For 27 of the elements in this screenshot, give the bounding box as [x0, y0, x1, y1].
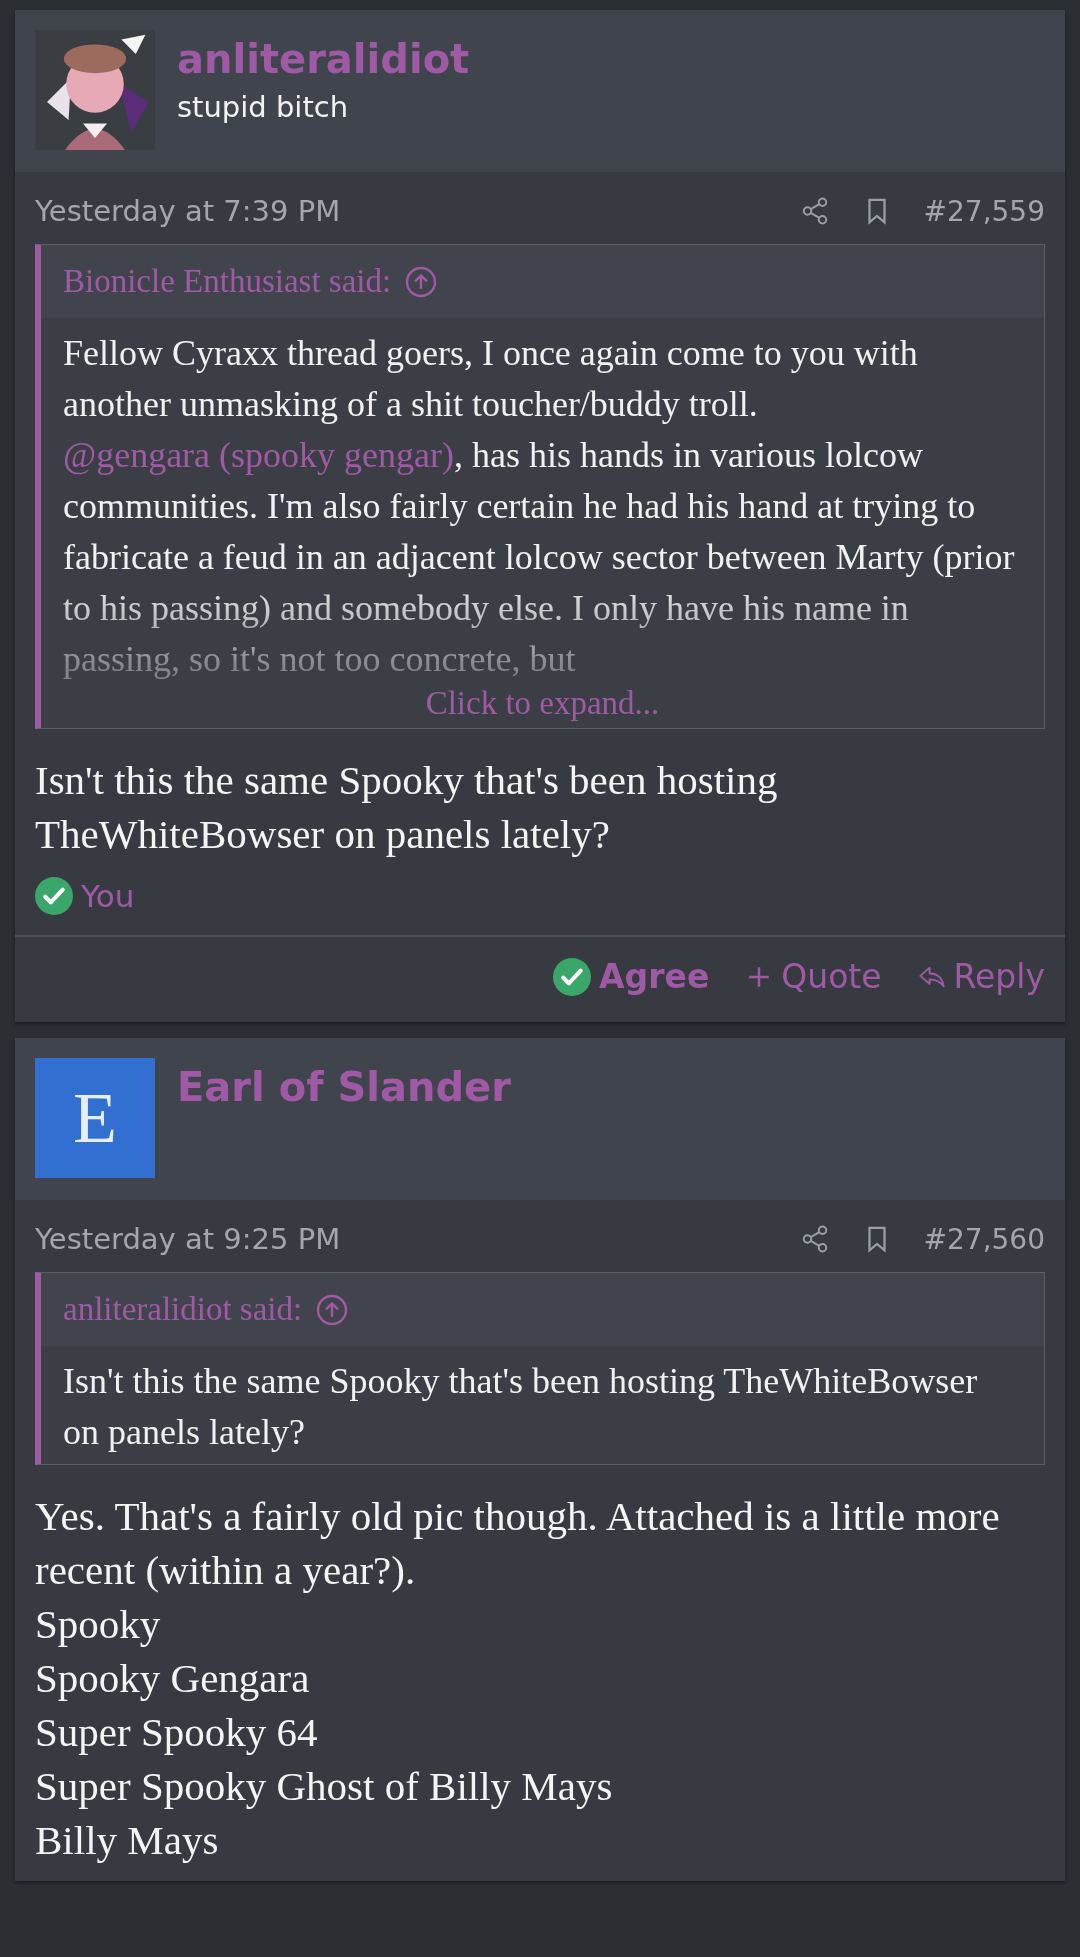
post-text: Super Spooky Ghost of Billy Mays	[35, 1762, 614, 1811]
avatar[interactable]: E	[35, 1058, 155, 1178]
post-time[interactable]: Yesterday at 9:25 PM	[35, 1222, 341, 1256]
post-text: Super Spooky 64	[35, 1708, 319, 1757]
post-text: Yes. That's a fairly old pic though. Attached is a little more recent (within a year?).	[35, 1492, 1001, 1595]
post-number[interactable]: #27,559	[923, 194, 1045, 228]
post-text: Spooky Gengara	[35, 1654, 311, 1703]
username[interactable]: anliteralidiot	[177, 36, 470, 82]
agree-button[interactable]: Agree	[553, 957, 710, 996]
post-text: Billy Mays	[35, 1816, 220, 1865]
reply-button[interactable]: Reply	[917, 957, 1045, 996]
reaction-user[interactable]: You	[81, 878, 135, 914]
mention-link[interactable]: @gengara (spooky gengar)	[63, 435, 454, 475]
post-number[interactable]: #27,560	[923, 1222, 1045, 1256]
user-title: stupid bitch	[177, 90, 350, 124]
post-text: Spooky	[35, 1600, 162, 1649]
quote-attribution[interactable]: anliteralidiot said:	[63, 1291, 303, 1328]
quote-text: Fellow Cyraxx thread goers, I once again come to you with another unmasking of a shit toucher/buddy troll. @gengara (spooky gengar), has his hands in various lolcow communities. I'm also fairly certain he had his hand at trying to fabricate a feud in an adjacent lolcow sector between Marty (prior to his passing) and somebody else. I only have his name in passing, so it's not too concrete, but	[63, 332, 1016, 681]
quote-text: Isn't this the same Spooky that's been hosting TheWhiteBowser on panels lately?	[63, 1360, 979, 1454]
quote-attribution[interactable]: Bionicle Enthusiast said:	[63, 263, 392, 300]
check-icon	[553, 957, 592, 996]
post-time[interactable]: Yesterday at 7:39 PM	[35, 194, 341, 228]
quote-button[interactable]: Quote	[745, 957, 882, 996]
username[interactable]: Earl of Slander	[177, 1064, 511, 1110]
post-text: Isn't this the same Spooky that's been hosting TheWhiteBowser on panels lately?	[35, 756, 779, 859]
agree-icon	[35, 877, 73, 915]
expand-link[interactable]: Click to expand...	[63, 685, 1022, 722]
